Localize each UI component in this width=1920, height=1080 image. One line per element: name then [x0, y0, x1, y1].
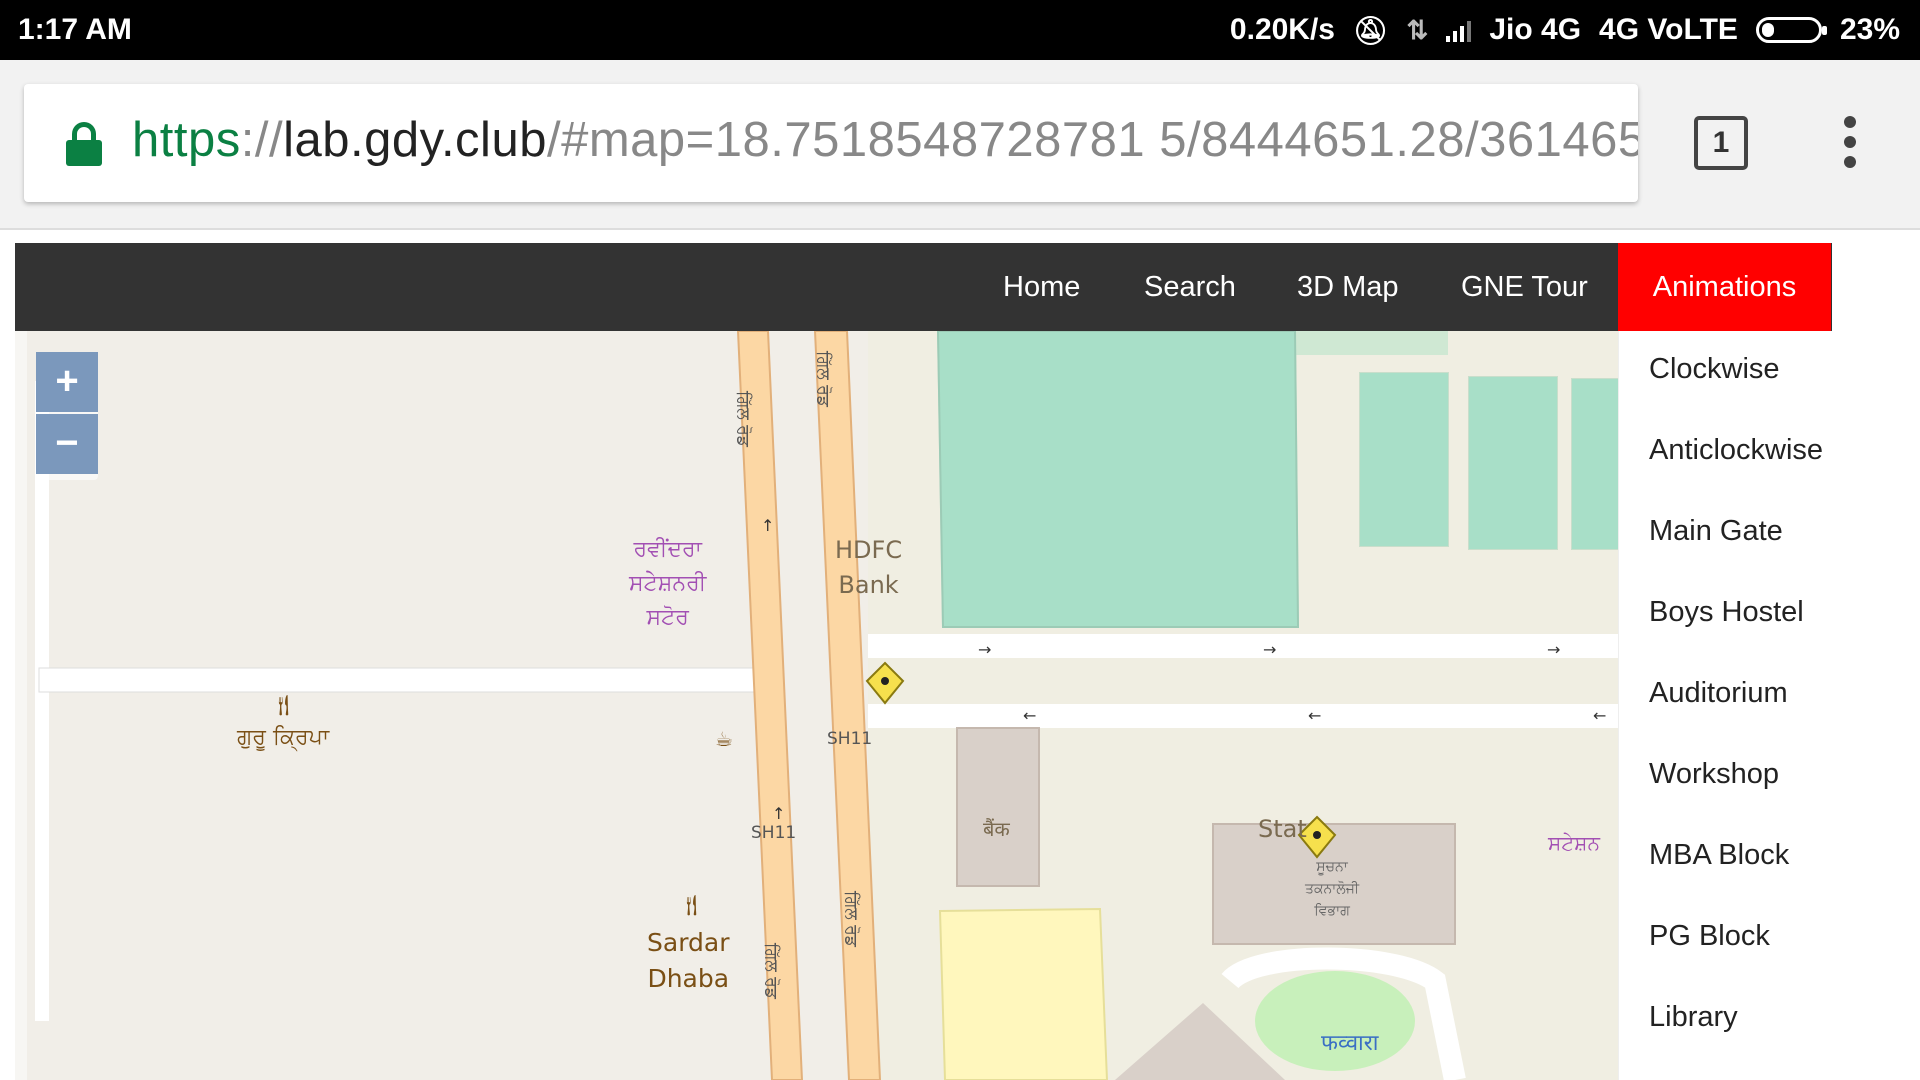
url-separator: :// [240, 113, 284, 167]
overflow-menu-icon[interactable] [1840, 116, 1860, 176]
url-bar[interactable]: https://lab.gdy.club/#map=18.75185487287… [24, 84, 1638, 202]
map-label-stationery-2[interactable]: ਸਟੇਸ਼ਨ [1548, 831, 1600, 855]
road-label-gill-road-3: ਗਿੱਲ ਰੋਡ [841, 891, 861, 947]
dropdown-item-clockwise[interactable]: Clockwise [1649, 353, 1780, 386]
mute-bell-icon: 🔕︎ [1353, 14, 1389, 46]
dropdown-item-auditorium[interactable]: Auditorium [1649, 677, 1788, 710]
svg-text:↑: ↑ [761, 516, 774, 535]
dropdown-item-workshop[interactable]: Workshop [1649, 758, 1779, 791]
restaurant-icon: 🍴︎ [271, 693, 297, 717]
map-label-it-department[interactable]: ਸੂਚਨਾ ਤਕਨਾਲੋਜੀ ਵਿਭਾਗ [1305, 856, 1359, 922]
map-label-stationery[interactable]: ਰਵੀਂਦਰਾ ਸਟੇਸ਼ਨਰੀ ਸਟੋਰ [629, 533, 706, 635]
nav-search[interactable]: Search [1144, 243, 1236, 331]
nav-animations[interactable]: Animations [1618, 243, 1831, 331]
zoom-out-button[interactable]: − [36, 414, 98, 474]
restaurant-icon-2: 🍴︎ [679, 893, 705, 917]
road-label-gill-road-1: ਗਿੱਲ ਰੋਡ [733, 391, 753, 447]
zoom-in-button[interactable]: + [36, 352, 98, 412]
svg-text:→: → [1263, 640, 1276, 659]
nav-3d-map[interactable]: 3D Map [1297, 243, 1399, 331]
dropdown-item-boys-hostel[interactable]: Boys Hostel [1649, 596, 1804, 629]
road-label-gill-road-2: ਗਿੱਲ ਰੋਡ [813, 351, 833, 407]
url-path: /#map=18.7518548728781 5/8444651.28/3614… [546, 113, 1638, 167]
nav-home[interactable]: Home [1003, 243, 1080, 331]
lock-icon[interactable] [66, 122, 102, 166]
map-label-stat[interactable]: Stat [1258, 815, 1307, 843]
signal-icon [1446, 18, 1472, 42]
url-text[interactable]: https://lab.gdy.club/#map=18.75185487287… [132, 112, 1638, 168]
map-label-guru-kripa[interactable]: ਗੁਰੂ ਕ੍ਰਿਪਾ [237, 725, 329, 750]
network-speed: 0.20K/s [1229, 13, 1335, 46]
animations-dropdown: Clockwise Anticlockwise Main Gate Boys H… [1618, 331, 1920, 1080]
carrier-name: Jio 4G [1489, 13, 1582, 46]
status-time: 1:17 AM [18, 13, 132, 46]
svg-text:→: → [978, 640, 991, 659]
url-host: lab.gdy.club [283, 113, 547, 167]
dropdown-item-anticlockwise[interactable]: Anticlockwise [1649, 434, 1823, 467]
tab-switcher-button[interactable]: 1 [1694, 116, 1748, 170]
dropdown-item-mba-block[interactable]: MBA Block [1649, 839, 1789, 872]
nav-gne-tour[interactable]: GNE Tour [1461, 243, 1588, 331]
road-label-sh11-a: SH11 [827, 729, 873, 749]
battery-icon [1755, 17, 1827, 43]
dropdown-item-library[interactable]: Library [1649, 1001, 1738, 1034]
road-label-sh11-b: SH11 [751, 823, 797, 843]
svg-text:↑: ↑ [772, 804, 785, 823]
map-label-fountain[interactable]: फव्वारा [1321, 1027, 1378, 1057]
cafe-icon: ☕︎ [715, 727, 733, 751]
svg-text:←: ← [1593, 706, 1606, 725]
battery-percent: 23% [1839, 13, 1900, 46]
zoom-control: + − [36, 352, 98, 480]
svg-text:←: ← [1023, 706, 1036, 725]
map-label-sardar-dhaba[interactable]: Sardar Dhaba [647, 925, 730, 997]
browser-toolbar: https://lab.gdy.club/#map=18.75185487287… [0, 60, 1920, 230]
dropdown-item-main-gate[interactable]: Main Gate [1649, 515, 1783, 548]
status-right: 0.20K/s 🔕︎ ⇅ Jio 4G 4G VoLTE 23% [1230, 13, 1900, 47]
site-navbar: Home Search 3D Map GNE Tour Animations [15, 243, 1832, 331]
dropdown-item-pg-block[interactable]: PG Block [1649, 920, 1770, 953]
svg-text:←: ← [1308, 706, 1321, 725]
network-type: 4G VoLTE [1599, 13, 1738, 46]
road-label-gill-road-4: ਗਿੱਲ ਰੋਡ [761, 943, 781, 999]
map-label-hdfc-bank[interactable]: HDFC Bank [835, 533, 902, 603]
data-transfer-icon: ⇅ [1406, 14, 1429, 45]
status-bar: 1:17 AM 0.20K/s 🔕︎ ⇅ Jio 4G 4G VoLTE 23% [0, 0, 1920, 60]
svg-text:→: → [1547, 640, 1560, 659]
map-label-bank-hindi[interactable]: बैंक [983, 815, 1010, 842]
url-scheme: https [132, 113, 241, 167]
